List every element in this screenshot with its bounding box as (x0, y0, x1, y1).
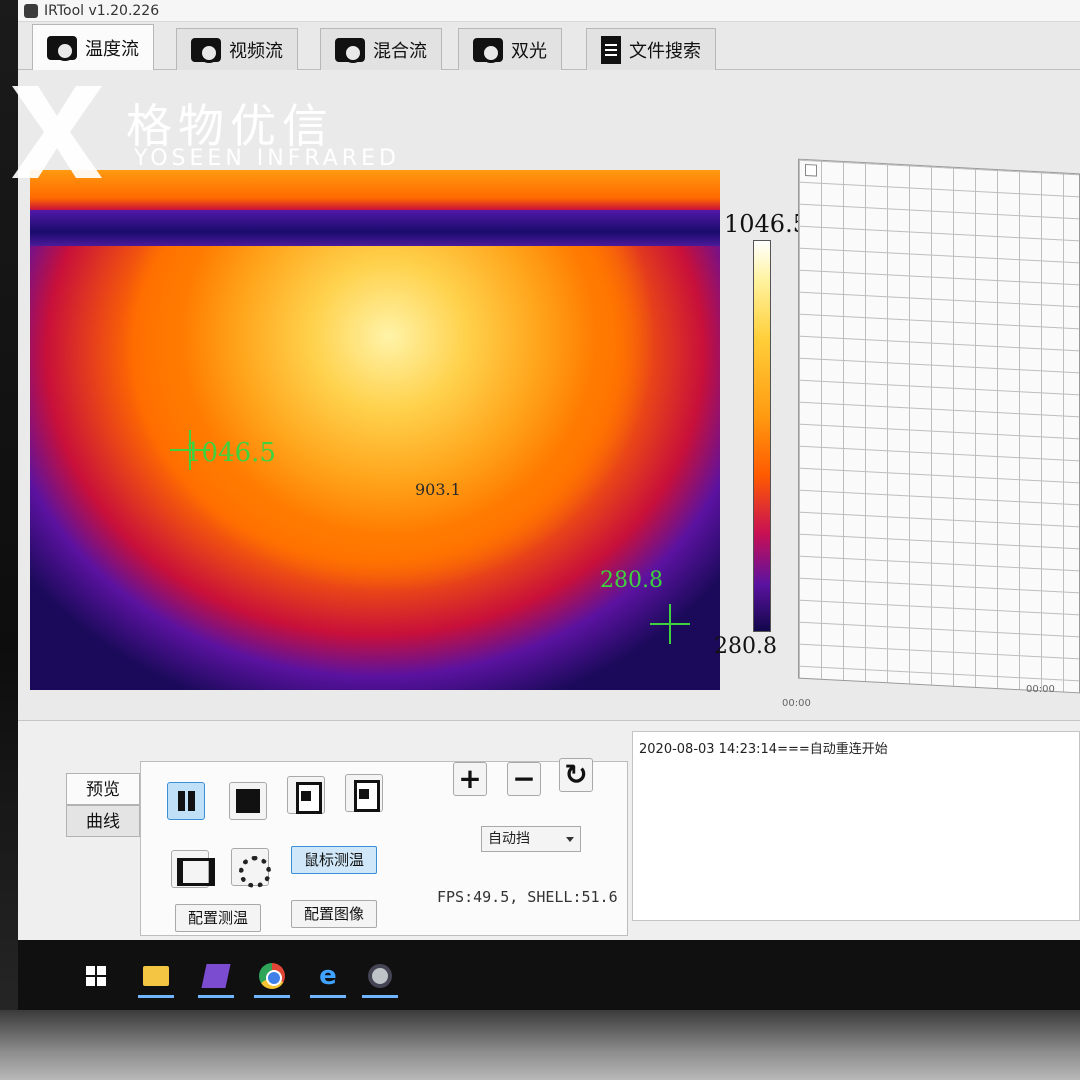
min-temp-crosshair (650, 604, 690, 644)
visual-studio-icon (201, 964, 231, 988)
active-indicator (310, 995, 346, 998)
camera-icon (47, 36, 77, 61)
stop-button[interactable] (229, 782, 267, 820)
film-icon[interactable] (171, 850, 215, 888)
config-measure-button[interactable]: 配置测温 (175, 904, 262, 932)
chart-x-tick: 00:00 (782, 698, 811, 709)
record-video-file-button[interactable] (345, 774, 383, 812)
tab-video-stream[interactable]: 视频流 (176, 28, 298, 70)
tab-label: 温度流 (85, 39, 139, 60)
colorbar-max-label: 1046.5 (724, 210, 808, 238)
file-explorer-icon (143, 966, 169, 986)
mouse-measure-button[interactable]: 鼠标测温 (291, 846, 378, 874)
tab-file-search[interactable]: 文件搜索 (586, 28, 716, 70)
brand-logo-icon (12, 86, 102, 178)
side-tab-preview[interactable]: 预览 (66, 773, 140, 805)
log-panel[interactable]: 2020-08-03 14:23:14===自动重连开始 (632, 731, 1080, 921)
tab-mixed-stream[interactable]: 混合流 (320, 28, 442, 70)
bottom-panel: 预览 曲线 鼠标测温 + − ↻ 自动挡 FPS:49.5, SHELL:51.… (18, 720, 1080, 940)
tab-label: 双光 (511, 40, 547, 62)
tab-label: 文件搜索 (629, 40, 701, 62)
zoom-out-button[interactable]: − (507, 762, 541, 796)
center-temp-label: 903.1 (415, 480, 461, 499)
chevron-down-icon (566, 837, 574, 842)
active-indicator (362, 995, 398, 998)
irtool-app-icon (368, 964, 392, 988)
windows-start-icon (86, 966, 106, 986)
title-bar: IRTool v1.20.226 (18, 0, 1080, 22)
file-explorer-button[interactable] (134, 954, 178, 998)
control-panel: 鼠标测温 + − ↻ 自动挡 FPS:49.5, SHELL:51.6 配置测温… (140, 758, 628, 936)
status-fps-shell: FPS:49.5, SHELL:51.6 (437, 888, 618, 906)
active-indicator (138, 995, 174, 998)
tab-label: 视频流 (229, 40, 283, 62)
chrome-icon (259, 963, 285, 989)
active-indicator (198, 995, 234, 998)
thermal-cool-band (30, 210, 720, 246)
window-title: IRTool v1.20.226 (44, 3, 160, 19)
visual-studio-button[interactable] (194, 954, 238, 998)
tab-temperature-stream[interactable]: 温度流 (32, 24, 154, 71)
colorbar-min-label: 280.8 (714, 634, 777, 659)
camera-icon (335, 37, 365, 63)
tab-label: 混合流 (373, 40, 427, 62)
chart-checkbox[interactable] (805, 163, 817, 177)
chrome-button[interactable] (250, 954, 294, 998)
brand-watermark: 格物优信 YOSEEN INFRARED (0, 86, 420, 186)
windows-start-button[interactable] (74, 954, 118, 998)
zoom-in-button[interactable]: + (453, 762, 487, 796)
thermal-image[interactable]: 1046.5 903.1 280.8 (30, 170, 720, 690)
camera-icon (473, 37, 503, 63)
range-select[interactable]: 自动挡 (481, 826, 581, 852)
range-select-value: 自动挡 (488, 831, 530, 847)
refresh-icon: ↻ (564, 758, 588, 791)
temperature-curve-chart[interactable] (798, 158, 1080, 694)
pause-button[interactable] (167, 782, 205, 820)
config-image-button[interactable]: 配置图像 (291, 900, 378, 928)
tab-bar: 温度流 视频流 混合流 双光 文件搜索 (18, 22, 1080, 71)
log-entry: 2020-08-03 14:23:14===自动重连开始 (639, 742, 888, 757)
snapshot-image-button[interactable] (287, 776, 325, 814)
side-tab-curve[interactable]: 曲线 (66, 805, 140, 837)
color-scale-bar (753, 240, 771, 632)
irtool-app-button[interactable] (358, 954, 402, 998)
edge-button[interactable]: e (306, 954, 350, 998)
max-temp-label: 1046.5 (185, 438, 276, 468)
camera-icon (191, 37, 221, 63)
chart-x-tick: 00:00 (1026, 684, 1055, 695)
shutter-icon[interactable] (231, 848, 271, 888)
active-indicator (254, 995, 290, 998)
edge-icon: e (319, 961, 337, 991)
tab-dual-light[interactable]: 双光 (458, 28, 562, 70)
document-icon (601, 35, 621, 64)
min-temp-label: 280.8 (600, 568, 663, 593)
brand-name-en: YOSEEN INFRARED (134, 146, 400, 171)
desk-surface (0, 1010, 1080, 1080)
app-icon (24, 4, 38, 18)
refresh-button[interactable]: ↻ (559, 758, 593, 792)
